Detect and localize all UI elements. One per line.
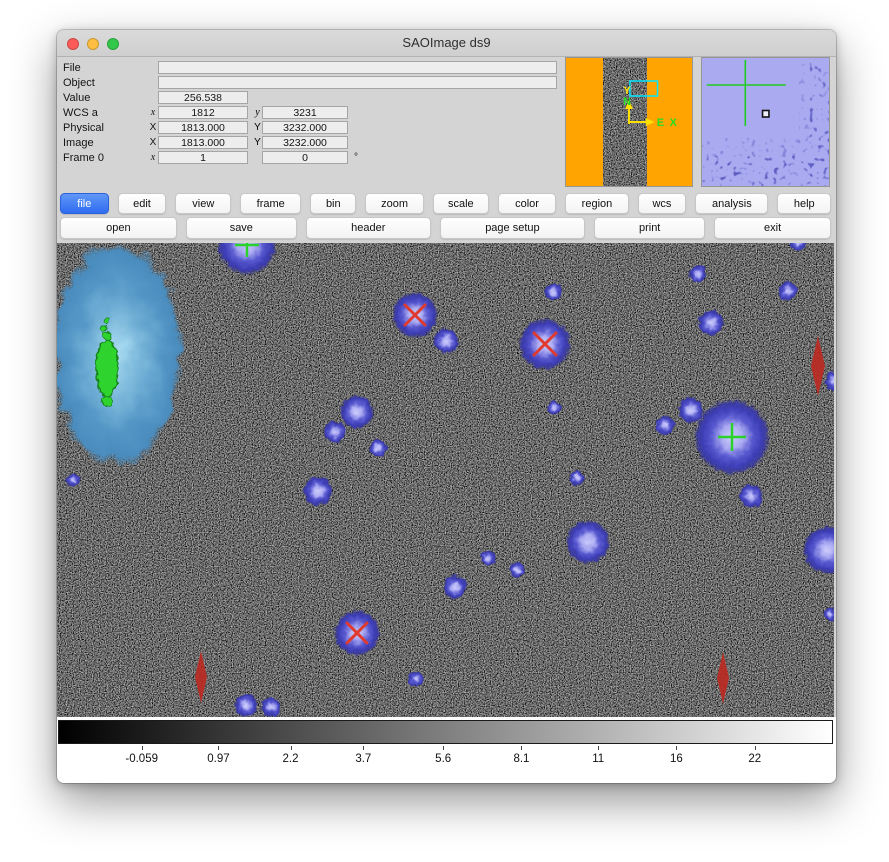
compass-x-label: X (670, 117, 678, 129)
window-title: SAOImage ds9 (57, 30, 836, 56)
image-canvas[interactable] (57, 243, 834, 717)
page-setup-button[interactable]: page setup (440, 217, 585, 239)
image-x-field[interactable] (158, 136, 248, 149)
file-toolbar: open save header page setup print exit (60, 217, 831, 239)
magnifier[interactable] (701, 57, 830, 187)
close-button[interactable] (67, 38, 79, 50)
wcs-y-sublabel: y (253, 107, 262, 118)
ds9-window: SAOImage ds9 File Object Value WCS a x (57, 30, 836, 783)
image-y-field[interactable] (262, 136, 348, 149)
object-label: Object (63, 77, 148, 89)
print-button[interactable]: print (594, 217, 705, 239)
menu-frame-button[interactable]: frame (240, 193, 301, 214)
open-button[interactable]: open (60, 217, 177, 239)
colorbar-label: 0.97 (207, 753, 229, 765)
menu-analysis-button[interactable]: analysis (695, 193, 768, 214)
galaxy-blob (57, 243, 183, 467)
wcs-label: WCS a (63, 107, 148, 119)
colorbar-label: 8.1 (513, 753, 529, 765)
wcs-y-field[interactable] (262, 106, 348, 119)
colorbar-label: 3.7 (355, 753, 371, 765)
titlebar[interactable]: SAOImage ds9 (57, 30, 836, 57)
compass-n-label: N (623, 96, 631, 108)
exit-button[interactable]: exit (714, 217, 831, 239)
menu-bin-button[interactable]: bin (310, 193, 356, 214)
menu-bar: file edit view frame bin zoom scale colo… (60, 193, 831, 214)
frame-label: Frame 0 (63, 152, 148, 164)
menu-help-button[interactable]: help (777, 193, 831, 214)
image-x-sublabel: X (148, 137, 158, 148)
menu-file-button[interactable]: file (60, 193, 109, 214)
panner[interactable]: Y N E X (565, 57, 693, 187)
physical-label: Physical (63, 122, 148, 134)
wcs-x-field[interactable] (158, 106, 248, 119)
magnifier-noise-right (810, 58, 829, 186)
degree-symbol: ° (354, 152, 358, 163)
menu-scale-button[interactable]: scale (433, 193, 489, 214)
info-panel: File Object Value WCS a x y (63, 60, 563, 165)
value-field[interactable] (158, 91, 248, 104)
frame-rotate-field[interactable] (262, 151, 348, 164)
colorbar-label: 2.2 (283, 753, 299, 765)
menu-zoom-button[interactable]: zoom (365, 193, 423, 214)
colorbar-label: 16 (670, 753, 683, 765)
menu-edit-button[interactable]: edit (118, 193, 167, 214)
colorbar-label: 5.6 (435, 753, 451, 765)
menu-color-button[interactable]: color (498, 193, 556, 214)
physical-x-sublabel: X (148, 122, 158, 133)
zoom-window-button[interactable] (107, 38, 119, 50)
file-label: File (63, 62, 148, 74)
image-y-sublabel: Y (253, 137, 262, 148)
frame-zoom-field[interactable] (158, 151, 248, 164)
file-field[interactable] (158, 61, 557, 74)
desktop: SAOImage ds9 File Object Value WCS a x (0, 0, 889, 862)
wcs-x-sublabel: x (148, 107, 158, 118)
physical-x-field[interactable] (158, 121, 248, 134)
save-button[interactable]: save (186, 217, 297, 239)
colorbar-label: 11 (592, 753, 604, 765)
value-label: Value (63, 92, 148, 104)
colorbar-label: -0.059 (125, 753, 158, 765)
image-label: Image (63, 137, 148, 149)
physical-y-sublabel: Y (253, 122, 262, 133)
colorbar-scale: -0.059 0.97 2.2 3.7 5.6 8.1 11 16 22 (58, 717, 833, 783)
menu-region-button[interactable]: region (565, 193, 628, 214)
object-field[interactable] (158, 76, 557, 89)
magnifier-cursor-box (763, 111, 769, 118)
magnifier-noise-right-fade (799, 58, 811, 186)
header-button[interactable]: header (306, 217, 431, 239)
colorbar-label: 22 (748, 753, 761, 765)
minimize-button[interactable] (87, 38, 99, 50)
frame-x-sublabel: x (148, 152, 158, 163)
menu-view-button[interactable]: view (175, 193, 231, 214)
compass-e-label: E (657, 117, 664, 129)
menu-wcs-button[interactable]: wcs (638, 193, 687, 214)
colorbar-section: -0.059 0.97 2.2 3.7 5.6 8.1 11 16 22 (57, 717, 836, 783)
physical-y-field[interactable] (262, 121, 348, 134)
